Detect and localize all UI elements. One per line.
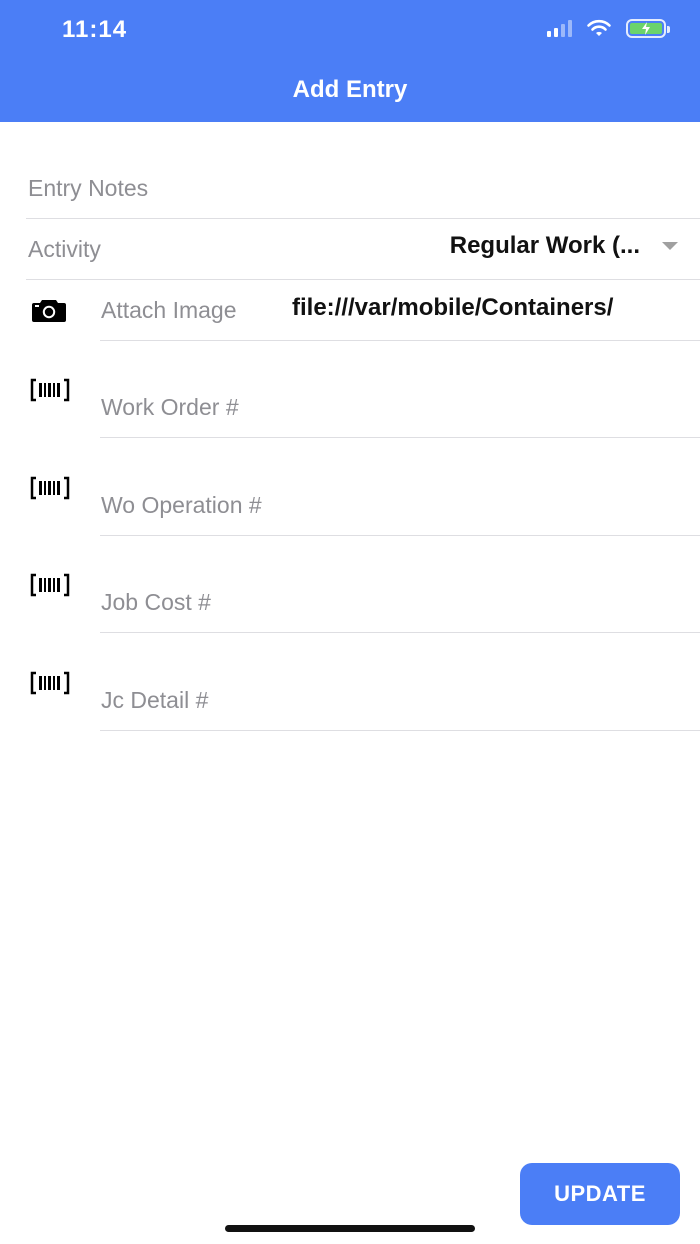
- home-indicator[interactable]: [225, 1225, 475, 1232]
- attached-file-path: file:///var/mobile/Containers/: [292, 294, 614, 321]
- attach-image-label[interactable]: Attach Image: [101, 297, 237, 324]
- barcode-scan-icon[interactable]: [30, 476, 70, 500]
- wo-operation-input[interactable]: Wo Operation #: [101, 492, 262, 519]
- divider: [100, 535, 700, 536]
- signal-bars-icon: [547, 19, 572, 37]
- status-time: 11:14: [62, 16, 128, 43]
- top-bar: 11:14 Add Entry: [0, 0, 700, 122]
- barcode-scan-icon[interactable]: [30, 378, 70, 402]
- camera-icon[interactable]: [30, 298, 68, 324]
- barcode-scan-icon[interactable]: [30, 573, 70, 597]
- entry-notes-input[interactable]: Entry Notes: [28, 175, 148, 202]
- jc-detail-input[interactable]: Jc Detail #: [101, 687, 208, 714]
- divider: [100, 632, 700, 633]
- wifi-icon: [587, 19, 611, 36]
- barcode-scan-icon[interactable]: [30, 671, 70, 695]
- divider: [100, 437, 700, 438]
- activity-select[interactable]: Regular Work (...: [450, 232, 640, 260]
- divider: [100, 340, 700, 341]
- status-icons: [547, 18, 670, 38]
- battery-charging-icon: [626, 18, 670, 38]
- divider: [26, 279, 700, 280]
- divider: [26, 218, 700, 219]
- activity-label: Activity: [28, 236, 101, 262]
- work-order-input[interactable]: Work Order #: [101, 394, 239, 421]
- chevron-down-icon[interactable]: [662, 242, 678, 250]
- divider: [100, 730, 700, 731]
- page-title: Add Entry: [292, 76, 408, 103]
- job-cost-input[interactable]: Job Cost #: [101, 589, 211, 616]
- update-button[interactable]: UPDATE: [520, 1163, 680, 1225]
